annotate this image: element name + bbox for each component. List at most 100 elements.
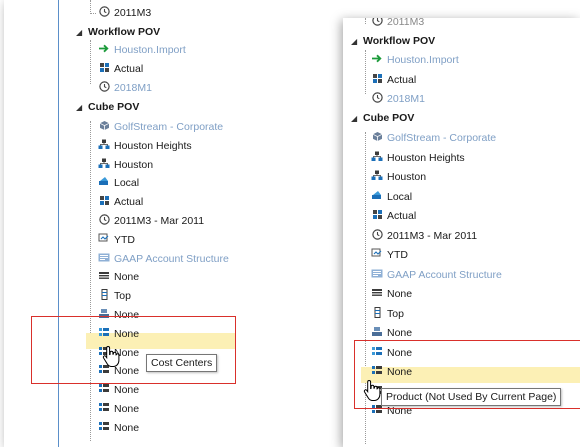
- ic-icon: [371, 326, 383, 337]
- scenario-icon: [371, 209, 383, 220]
- tree-item-dimension[interactable]: None: [371, 325, 412, 341]
- collapse-triangle-icon[interactable]: ◢: [351, 34, 363, 50]
- tree-item-dimension[interactable]: None: [98, 269, 139, 285]
- tree-item-label: GolfStream - Corporate: [387, 132, 497, 144]
- tree-item-label: GAAP Account Structure: [114, 252, 229, 265]
- tree-item-dimension[interactable]: GolfStream - Corporate: [98, 119, 223, 135]
- section-title: Cube POV: [363, 112, 415, 124]
- scenario-icon: [371, 73, 383, 84]
- tree-item-dimension[interactable]: None: [98, 382, 139, 398]
- account-icon: [371, 268, 383, 279]
- view-icon: [371, 248, 383, 259]
- tree-item-dimension[interactable]: YTD: [371, 247, 408, 263]
- tooltip: Product (Not Used By Current Page): [381, 388, 562, 406]
- ud-icon: [98, 421, 110, 432]
- tree-item-label: 2011M3 - Mar 2011: [114, 215, 205, 227]
- tree-item-dimension[interactable]: None: [98, 420, 139, 436]
- tree-item-scenario[interactable]: Actual: [371, 72, 416, 88]
- entity-icon: [371, 170, 383, 181]
- tree-item-workflow[interactable]: Houston.Import: [371, 52, 459, 68]
- tree-item-label: YTD: [114, 233, 135, 246]
- tree-item-label: 2018M1: [387, 93, 425, 105]
- arrow-right-icon: [371, 53, 383, 64]
- consolidation-icon: [98, 176, 110, 187]
- tree-item-dimension[interactable]: Actual: [371, 208, 416, 224]
- tree-item-dimension[interactable]: Houston: [98, 157, 153, 173]
- entity-icon: [371, 151, 383, 162]
- section-title: Cube POV: [88, 101, 140, 113]
- tree-item-label: None: [387, 327, 413, 339]
- tree-item-label: GolfStream - Corporate: [114, 121, 224, 133]
- tree-item-dimension[interactable]: Top: [371, 306, 404, 322]
- cube-pov-header[interactable]: ◢ Cube POV: [76, 99, 139, 115]
- tree-item-label: None: [114, 384, 140, 397]
- origin-icon: [371, 306, 383, 318]
- tree-item-time[interactable]: 2011M3: [98, 5, 151, 21]
- tree-item-dimension[interactable]: Houston Heights: [371, 150, 465, 166]
- tree-item-dimension[interactable]: 2011M3 - Mar 2011: [371, 228, 477, 244]
- origin-icon: [98, 289, 110, 301]
- cube-pov-header[interactable]: ◢ Cube POV: [351, 110, 414, 126]
- tree-connector: [365, 50, 366, 94]
- tree-item-dimension[interactable]: GAAP Account Structure: [371, 267, 502, 283]
- clock-icon: [98, 214, 110, 225]
- tree-item-label: None: [387, 288, 413, 300]
- tree-item-workflow[interactable]: Houston.Import: [98, 42, 186, 58]
- tree-connector: [90, 121, 91, 441]
- scenario-icon: [98, 62, 110, 73]
- tree-item-dimension[interactable]: GAAP Account Structure: [98, 251, 229, 267]
- scenario-icon: [98, 195, 110, 206]
- consolidation-icon: [371, 190, 383, 201]
- tree-item-dimension[interactable]: Top: [98, 288, 131, 304]
- tree-item-label: GAAP Account Structure: [387, 268, 502, 281]
- tree-item-time[interactable]: 2011M3: [371, 18, 424, 30]
- tree-item-dimension[interactable]: None: [371, 286, 412, 302]
- clock-icon: [371, 228, 383, 240]
- tree-item-dimension[interactable]: Actual: [98, 194, 143, 210]
- tree-item-time[interactable]: 2018M1: [371, 91, 425, 107]
- tree-item-scenario[interactable]: Actual: [98, 61, 143, 77]
- hand-cursor-icon: [102, 345, 120, 367]
- section-title: Workflow POV: [88, 26, 161, 38]
- workflow-pov-header[interactable]: ◢ Workflow POV: [351, 33, 435, 49]
- entity-icon: [98, 158, 110, 169]
- tree-item-label: Houston Heights: [387, 151, 465, 164]
- tree-connector: [365, 18, 366, 24]
- tree-item-label: Houston: [114, 158, 154, 171]
- tree-item-dimension[interactable]: YTD: [98, 232, 135, 248]
- tree-item-dimension[interactable]: None: [98, 401, 139, 417]
- tree-item-dimension[interactable]: 2011M3 - Mar 2011: [98, 213, 204, 229]
- section-title: Workflow POV: [363, 35, 436, 47]
- tree-item-dimension[interactable]: Houston Heights: [98, 138, 192, 154]
- left-pov-panel: 2011M3 ◢ Workflow POV Houston.Import Actu…: [4, 0, 240, 447]
- right-pov-panel: 2011M3 ◢ Workflow POV Houston.Import Actu…: [343, 18, 580, 447]
- collapse-triangle-icon[interactable]: ◢: [76, 100, 88, 116]
- tree-item-label: Top: [387, 307, 404, 320]
- tree-item-label: None: [114, 421, 140, 434]
- arrow-right-icon: [98, 43, 110, 54]
- collapse-triangle-icon[interactable]: ◢: [76, 25, 88, 41]
- tree-item-label: Top: [114, 290, 131, 303]
- tree-item-dimension[interactable]: Houston: [371, 169, 426, 185]
- workflow-pov-header[interactable]: ◢ Workflow POV: [76, 24, 160, 40]
- tree-item-dimension[interactable]: Local: [371, 189, 412, 205]
- collapse-triangle-icon[interactable]: ◢: [351, 111, 363, 127]
- tree-item-label: Houston.Import: [387, 54, 459, 66]
- flow-icon: [98, 270, 110, 281]
- tree-item-dimension[interactable]: Local: [98, 175, 139, 191]
- tree-item-time[interactable]: 2018M1: [98, 80, 152, 96]
- tree-item-dimension[interactable]: GolfStream - Corporate: [371, 130, 496, 146]
- clock-icon: [98, 6, 110, 17]
- tree-item-label: Actual: [114, 196, 144, 209]
- tree-item-label: Houston.Import: [114, 44, 186, 56]
- ud-icon: [98, 402, 110, 413]
- tooltip-text: Product (Not Used By Current Page): [386, 391, 557, 403]
- tree-item-label: Houston Heights: [114, 139, 192, 152]
- tree-connector: [90, 40, 91, 84]
- tree-item-label: Local: [114, 177, 140, 190]
- callout-box: [31, 316, 236, 384]
- view-icon: [98, 233, 110, 244]
- tree-connector: [90, 13, 96, 14]
- gap: [240, 0, 343, 447]
- tree-item-label: Actual: [387, 74, 417, 86]
